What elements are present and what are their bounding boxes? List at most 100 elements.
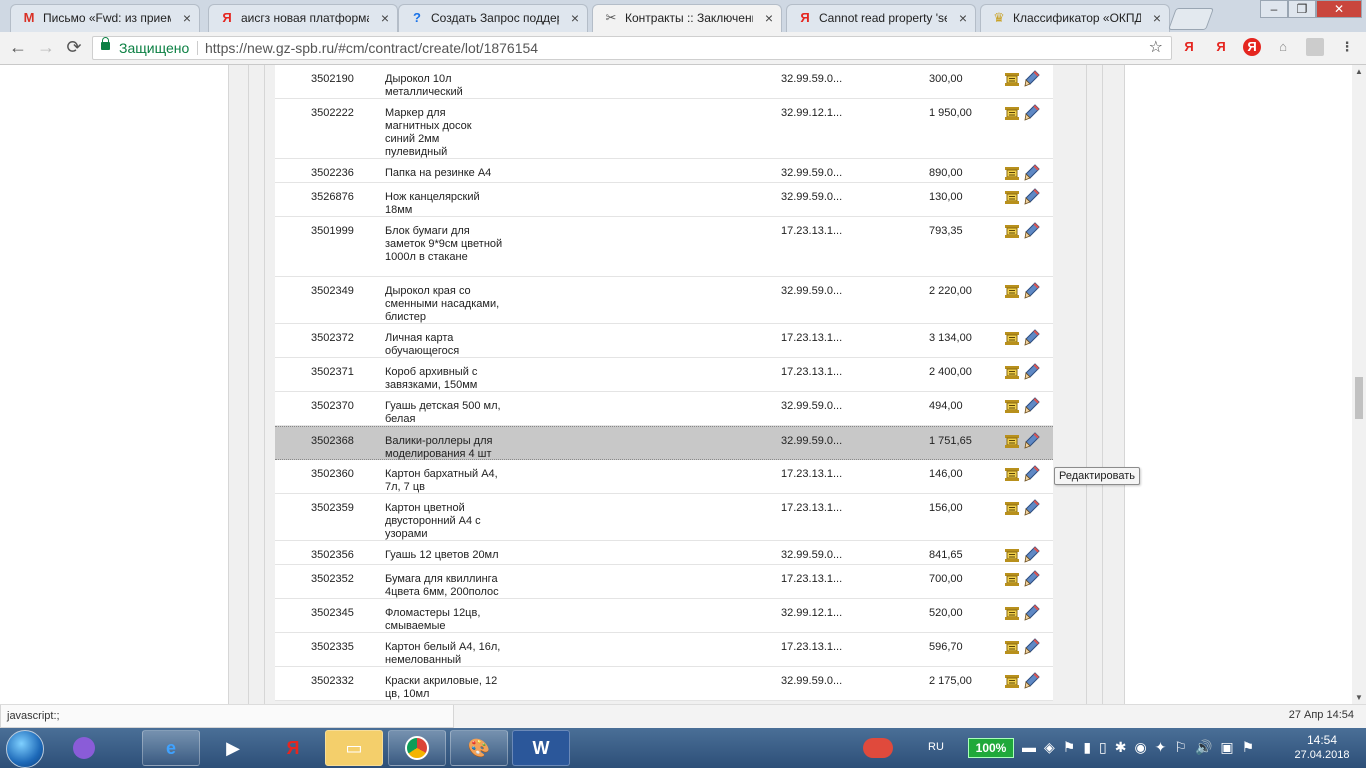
browser-tab[interactable]: ♛ Классификатор «ОКПД2 × — [980, 4, 1170, 32]
browser-tab[interactable]: ✂ Контракты :: Заключени × — [592, 4, 782, 32]
edit-pencil-icon[interactable] — [1024, 222, 1040, 240]
edit-pencil-icon[interactable] — [1024, 465, 1040, 483]
extension-icon[interactable] — [1306, 38, 1324, 56]
back-icon[interactable]: ← — [8, 38, 28, 58]
browser-tab[interactable]: Я Cannot read property 'se × — [786, 4, 976, 32]
scales-icon[interactable] — [1004, 165, 1020, 181]
table-row[interactable]: 3526876 Нож канцелярский 18мм 32.99.59.0..… — [275, 183, 1053, 217]
maximize-button[interactable]: ❐ — [1288, 0, 1316, 18]
edit-pencil-icon[interactable] — [1024, 604, 1040, 622]
scales-icon[interactable] — [1004, 547, 1020, 563]
scales-icon[interactable] — [1004, 330, 1020, 346]
yandex-browser-icon[interactable]: Я — [264, 730, 322, 766]
scales-icon[interactable] — [1004, 71, 1020, 87]
table-row[interactable]: 3502356 Гуашь 12 цветов 20мл 32.99.59.0...… — [275, 541, 1053, 565]
item-name: Личная карта обучающегося — [385, 332, 460, 357]
table-row[interactable]: 3502371 Короб архивный с завязками, 150мм… — [275, 358, 1053, 392]
browser-tab[interactable]: ? Создать Запрос поддер × — [398, 4, 588, 32]
table-row[interactable]: 3502370 Гуашь детская 500 мл, белая 32.99.… — [275, 392, 1053, 426]
tab-close-icon[interactable]: × — [183, 5, 191, 31]
item-name: Блок бумаги для заметок 9*9см цветной 10… — [385, 225, 503, 263]
scales-icon[interactable] — [1004, 223, 1020, 239]
bookmark-star-icon[interactable]: ☆ — [1149, 37, 1163, 59]
scales-icon[interactable] — [1004, 398, 1020, 414]
tab-close-icon[interactable]: × — [381, 5, 389, 31]
url-text[interactable]: https://new.gz-spb.ru/#cm/contract/creat… — [205, 37, 538, 59]
scales-icon[interactable] — [1004, 673, 1020, 689]
edit-pencil-icon[interactable] — [1024, 329, 1040, 347]
tab-close-icon[interactable]: × — [571, 5, 579, 31]
scales-icon[interactable] — [1004, 466, 1020, 482]
paint-icon[interactable]: 🎨 — [450, 730, 508, 766]
menu-icon[interactable]: ⋮ — [1338, 38, 1356, 56]
table-row[interactable]: 3502372 Личная карта обучающегося 17.23.13… — [275, 324, 1053, 358]
edit-pencil-icon[interactable] — [1024, 104, 1040, 122]
forward-icon[interactable]: → — [36, 38, 56, 58]
chrome-icon[interactable] — [388, 730, 446, 766]
table-row[interactable]: 3502368 Валики-роллеры для моделирования … — [275, 426, 1053, 460]
yandex-extension-icon[interactable]: Я — [1180, 38, 1198, 56]
browser-tab[interactable]: Яаисгз новая платформа × — [208, 4, 398, 32]
media-player-icon[interactable]: ▶ — [204, 730, 262, 766]
browser-tab[interactable]: M Письмо «Fwd: из прием × — [10, 4, 200, 32]
scales-icon[interactable] — [1004, 105, 1020, 121]
table-row[interactable]: 3502190 Дырокол 10л металлический 32.99.59… — [275, 65, 1053, 99]
edit-pencil-icon[interactable] — [1024, 638, 1040, 656]
word-icon[interactable]: W — [512, 730, 570, 766]
tab-close-icon[interactable]: × — [1153, 5, 1161, 31]
folder-icon[interactable]: ▭ — [325, 730, 383, 766]
edit-pencil-icon[interactable] — [1024, 363, 1040, 381]
scales-icon[interactable] — [1004, 639, 1020, 655]
table-row[interactable]: 3502236 Папка на резинке А4 32.99.59.0... 8… — [275, 159, 1053, 183]
home-icon[interactable]: ⌂ — [1274, 38, 1292, 56]
table-row[interactable]: 3502335 Картон белый А4, 16л, немелованны… — [275, 633, 1053, 667]
edit-pencil-icon[interactable] — [1024, 432, 1040, 450]
start-button[interactable] — [6, 730, 44, 768]
edit-pencil-icon[interactable] — [1024, 546, 1040, 564]
new-tab-button[interactable] — [1167, 8, 1215, 30]
edit-pencil-icon[interactable] — [1024, 672, 1040, 690]
table-row[interactable]: 3501999 Блок бумаги для заметок 9*9см цве… — [275, 217, 1053, 277]
edit-pencil-icon[interactable] — [1024, 70, 1040, 88]
table-row[interactable]: 3502360 Картон бархатный А4, 7л, 7 цв 17.2… — [275, 460, 1053, 494]
edit-pencil-icon[interactable] — [1024, 499, 1040, 517]
close-window-button[interactable]: ✕ — [1316, 0, 1362, 18]
scroll-thumb[interactable] — [1355, 377, 1363, 419]
scales-icon[interactable] — [1004, 605, 1020, 621]
cloud-alert-icon[interactable] — [852, 730, 904, 766]
ie-icon[interactable]: e — [142, 730, 200, 766]
reload-icon[interactable]: ⟳ — [64, 38, 84, 58]
scales-icon[interactable] — [1004, 500, 1020, 516]
clock[interactable]: 14:54 27.04.2018 — [1286, 733, 1358, 763]
scales-icon[interactable] — [1004, 571, 1020, 587]
scales-icon[interactable] — [1004, 283, 1020, 299]
scales-icon[interactable] — [1004, 364, 1020, 380]
edit-pencil-icon[interactable] — [1024, 570, 1040, 588]
scales-icon[interactable] — [1004, 189, 1020, 205]
battery-indicator[interactable]: 100% — [968, 738, 1014, 758]
scales-icon[interactable] — [1004, 433, 1020, 449]
edit-pencil-icon[interactable] — [1024, 164, 1040, 182]
table-row[interactable]: 3502352 Бумага для квиллинга 4цвета 6мм, … — [275, 565, 1053, 599]
address-bar[interactable]: Защищено https://new.gz-spb.ru/#cm/contr… — [92, 36, 1172, 60]
scroll-down-icon[interactable]: ▼ — [1355, 693, 1363, 702]
vertical-scrollbar[interactable]: ▲ ▼ — [1352, 65, 1366, 704]
table-row[interactable]: 3502345 Фломастеры 12цв, смываемые 32.99.1… — [275, 599, 1053, 633]
language-indicator[interactable]: RU — [928, 736, 944, 758]
tab-close-icon[interactable]: × — [959, 5, 967, 31]
item-name: Гуашь детская 500 мл, белая — [385, 400, 501, 425]
yandex-extension-icon[interactable]: Я — [1212, 38, 1230, 56]
tab-title: Cannot read property 'se — [819, 11, 947, 25]
table-row[interactable]: 3502332 Краски акриловые, 12 цв, 10мл 32.9… — [275, 667, 1053, 701]
edit-pencil-icon[interactable] — [1024, 188, 1040, 206]
table-row[interactable]: 3502222 Маркер для магнитных досок синий … — [275, 99, 1053, 159]
table-row[interactable]: 3502359 Картон цветной двусторонний А4 с … — [275, 494, 1053, 541]
microphone-icon[interactable] — [62, 730, 106, 766]
tab-close-icon[interactable]: × — [765, 5, 773, 31]
table-row[interactable]: 3502349 Дырокол края со сменными насадкам… — [275, 277, 1053, 324]
edit-pencil-icon[interactable] — [1024, 397, 1040, 415]
yandex-round-icon[interactable]: Я — [1243, 38, 1261, 56]
edit-pencil-icon[interactable] — [1024, 282, 1040, 300]
scroll-up-icon[interactable]: ▲ — [1355, 67, 1363, 76]
minimize-button[interactable]: – — [1260, 0, 1288, 18]
